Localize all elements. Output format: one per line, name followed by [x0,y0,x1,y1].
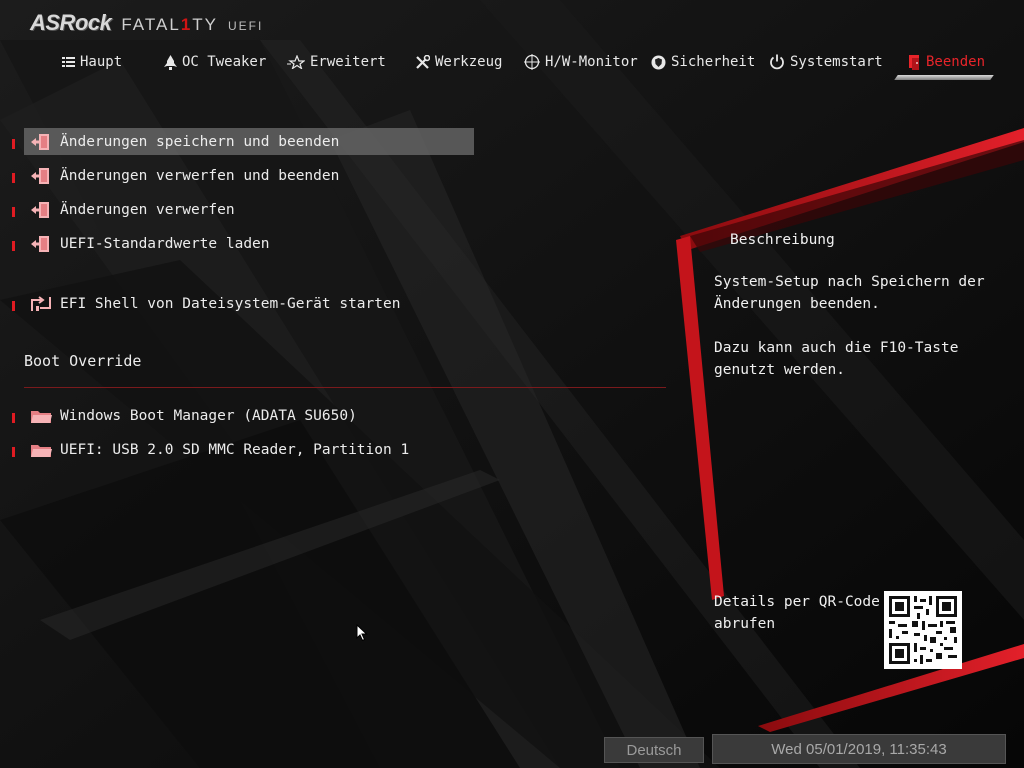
description-title: Beschreibung [730,232,835,248]
logo-uefi: UEFI [228,19,264,33]
tab-label: Systemstart [790,54,883,70]
item-marker [12,447,15,457]
language-button[interactable]: Deutsch [604,737,704,763]
menu-item-label: Änderungen verwerfen [60,201,235,218]
qr-code [884,591,962,669]
menu-item-discard[interactable]: Änderungen verwerfen [12,196,474,223]
shell-icon [30,294,52,314]
qr-code-icon [884,591,962,669]
tab-haupt[interactable]: Haupt [62,52,122,72]
shield-icon [651,55,666,69]
item-marker [12,413,15,423]
tools-icon [416,54,430,69]
menu-item-label: Änderungen speichern und beenden [60,133,340,150]
item-marker [12,207,15,217]
tab-hw-monitor[interactable]: H/W-Monitor [524,52,638,72]
tab-werkzeug[interactable]: Werkzeug [415,52,502,72]
tab-label: H/W-Monitor [545,54,638,70]
asrock-logo: ASRock FATAL1TY UEFI [30,10,263,36]
boot-override-title: Boot Override [24,352,142,370]
active-tab-indicator [894,75,994,80]
menu-item-label: EFI Shell von Dateisystem-Gerät starten [60,295,401,312]
list-icon [62,57,75,67]
background-artwork [0,0,1024,768]
qr-label: Details per QR-Code abrufen [714,594,880,632]
item-marker [12,301,15,311]
menu-item-load-defaults[interactable]: UEFI-Standardwerte laden [12,230,474,257]
exit-icon [30,166,52,186]
folder-icon [30,406,52,426]
tab-erweitert[interactable]: Erweitert [287,52,386,72]
item-marker [12,173,15,183]
crosshair-icon [524,54,540,70]
logo-brand: ASRock [30,10,112,35]
tab-label: Erweitert [310,54,386,70]
section-divider [24,387,666,388]
tab-beenden[interactable]: Beenden [908,52,985,72]
exit-door-icon [909,55,919,70]
exit-icon [30,234,52,254]
menu-item-save-exit[interactable]: Änderungen speichern und beenden [12,128,474,155]
menu-item-efi-shell[interactable]: EFI Shell von Dateisystem-Gerät starten [12,290,474,317]
tab-label: Werkzeug [435,54,503,70]
exit-icon [30,132,52,152]
menu-item-label: UEFI: USB 2.0 SD MMC Reader, Partition 1 [60,441,410,458]
logo-product: FATAL1TY [121,15,219,34]
tab-sicherheit[interactable]: Sicherheit [651,52,755,72]
exit-icon [30,200,52,220]
star-icon [287,55,305,69]
tab-oc-tweaker[interactable]: OC Tweaker [164,52,266,72]
tab-label: Beenden [926,54,986,70]
menu-item-label: UEFI-Standardwerte laden [60,235,270,252]
item-marker [12,139,15,149]
menu-item-discard-exit[interactable]: Änderungen verwerfen und beenden [12,162,474,189]
tab-label: OC Tweaker [182,54,267,70]
tab-systemstart[interactable]: Systemstart [769,52,883,72]
item-marker [12,241,15,251]
description-text: System-Setup nach Speichern der Änderung… [714,274,985,378]
boot-item-windows[interactable]: Windows Boot Manager (ADATA SU650) [12,402,474,429]
rocket-icon [164,54,177,70]
menu-item-label: Windows Boot Manager (ADATA SU650) [60,407,357,424]
tab-label: Sicherheit [671,54,756,70]
power-icon [770,54,784,70]
folder-icon [30,440,52,460]
menu-item-label: Änderungen verwerfen und beenden [60,167,340,184]
boot-item-usb[interactable]: UEFI: USB 2.0 SD MMC Reader, Partition 1 [12,436,474,463]
datetime-display: Wed 05/01/2019, 11:35:43 [712,734,1006,764]
tab-label: Haupt [80,54,123,70]
mouse-cursor-icon [356,624,368,642]
